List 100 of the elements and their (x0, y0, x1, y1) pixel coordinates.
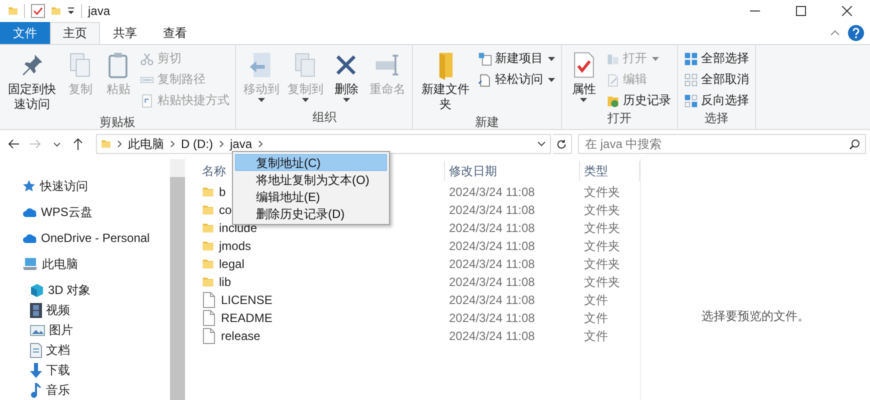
document-icon (30, 342, 42, 358)
ribbon-button[interactable]: 全部选择 (682, 49, 751, 68)
nav-item[interactable]: 图片 (0, 320, 170, 340)
group-label: 组织 (311, 109, 338, 126)
file-icon (202, 292, 216, 308)
up-arrow-icon (73, 138, 84, 150)
ribbon-tab[interactable]: 文件 (0, 22, 50, 44)
file-name: b (219, 185, 226, 199)
file-name: co (219, 203, 232, 217)
ribbon-button[interactable]: 全部取消 (682, 70, 751, 89)
star-icon (22, 179, 36, 193)
dropdown-icon[interactable] (536, 141, 546, 147)
date-cell-text: 2024/3/24 11:08 (448, 329, 536, 343)
menu-item[interactable]: 复制地址(C) (235, 154, 387, 171)
date-cell-text: 2024/3/24 11:08 (448, 185, 536, 199)
preview-message: 选择要预览的文件。 (702, 308, 810, 325)
date-cell-text: 2024/3/24 11:08 (448, 311, 536, 325)
ribbon-button[interactable]: 属性 (566, 47, 602, 110)
date-cell-text: 2024/3/24 11:08 (448, 257, 536, 271)
type-cell-text: 文件夹 (583, 256, 621, 272)
edit-icon (606, 72, 620, 86)
group-label: 打开 (606, 110, 632, 127)
computer-icon (22, 257, 38, 271)
dropdown-icon[interactable] (67, 7, 75, 15)
ribbon-button[interactable]: 反向选择 (682, 91, 751, 110)
type-cell-text: 文件 (583, 310, 609, 326)
nav-item[interactable]: 文档 (0, 340, 170, 360)
history-icon (606, 94, 620, 108)
menu-item[interactable]: 删除历史记录(D) (235, 205, 387, 222)
date-cell-text: 2024/3/24 11:08 (448, 221, 536, 235)
ribbon-button[interactable]: 固定到快速访问 (4, 47, 60, 114)
file-icon (202, 328, 216, 344)
cube-icon (30, 283, 44, 297)
search-field[interactable]: 在 java 中搜索 (578, 134, 866, 154)
select-all-icon (684, 52, 698, 66)
new-item-icon (478, 52, 492, 66)
menu-item[interactable]: 将地址复制为文本(O) (235, 171, 387, 188)
nav-item[interactable]: 音乐 (0, 380, 170, 400)
menu-item[interactable]: 编辑地址(E) (235, 188, 387, 205)
group-label: 选择 (703, 110, 730, 127)
chevron-icon (117, 140, 122, 148)
type-cell-text: 文件夹 (583, 220, 621, 236)
cloud-icon (22, 232, 37, 244)
close-icon (842, 6, 852, 16)
back-arrow-icon (8, 139, 20, 149)
date-cell-text: 2024/3/24 11:08 (448, 275, 536, 289)
nav-item[interactable]: 视频 (0, 300, 170, 320)
file-name: legal (219, 257, 244, 271)
nav-item[interactable]: 快速访问 (0, 176, 170, 196)
folder-icon (202, 257, 214, 271)
search-icon (849, 139, 860, 150)
ribbon-tab[interactable]: 查看 (150, 22, 200, 44)
nav-item[interactable]: OneDrive - Personal (0, 228, 170, 248)
download-icon (30, 362, 42, 378)
column-header[interactable]: 修改日期 (445, 161, 580, 181)
chevron-icon (258, 140, 264, 148)
invert-selection-icon (684, 94, 698, 108)
folder-icon (202, 239, 214, 253)
file-name: lib (219, 275, 232, 289)
window-title: java (88, 4, 110, 18)
select-none-icon (684, 72, 698, 86)
cloud-icon (22, 206, 37, 218)
group-label: 剪贴板 (98, 114, 137, 131)
folder-icon (202, 275, 214, 289)
music-note-icon (30, 382, 42, 398)
type-cell-text: 文件夹 (583, 184, 621, 200)
breadcrumb[interactable]: D (D:) (181, 137, 213, 151)
image-icon (30, 324, 45, 336)
file-name: README (221, 311, 272, 325)
folder-icon (202, 203, 214, 217)
ribbon-button[interactable]: 历史记录 (604, 91, 673, 110)
chevron-down-icon (52, 142, 61, 146)
chevron-icon (219, 140, 224, 148)
nav-item[interactable]: 下载 (0, 360, 170, 380)
refresh-button[interactable] (552, 134, 572, 154)
collapse-icon[interactable] (830, 30, 840, 36)
nav-item[interactable]: 此电脑 (0, 254, 170, 274)
ribbon-button[interactable]: 新建文件夹 (417, 47, 474, 114)
column-header[interactable]: 类型 (580, 161, 640, 181)
folder-icon (202, 185, 214, 199)
nav-item[interactable]: WPS云盘 (0, 202, 170, 222)
type-cell-text: 文件夹 (583, 238, 621, 254)
nav-item[interactable]: 3D 对象 (0, 280, 170, 300)
properties-icon[interactable] (31, 4, 45, 18)
date-cell-text: 2024/3/24 11:08 (448, 203, 536, 217)
breadcrumb[interactable]: 此电脑 (128, 136, 164, 152)
breadcrumb[interactable]: java (230, 137, 252, 151)
help-icon[interactable] (848, 25, 864, 41)
ribbon-tab[interactable]: 共享 (100, 22, 150, 44)
ribbon-tab[interactable]: 主页 (50, 22, 100, 44)
ribbon-button[interactable]: 新建项目 (476, 49, 557, 68)
refresh-icon (556, 138, 568, 150)
type-cell-text: 文件 (583, 328, 609, 344)
date-cell-text: 2024/3/24 11:08 (448, 293, 536, 307)
scrollbar[interactable] (170, 159, 185, 400)
type-cell-text: 文件 (583, 292, 609, 308)
file-name: release (221, 329, 260, 343)
ribbon-button[interactable]: 删除 (328, 47, 364, 109)
film-icon (30, 302, 42, 318)
ribbon-button[interactable]: 轻松访问 (476, 70, 557, 89)
